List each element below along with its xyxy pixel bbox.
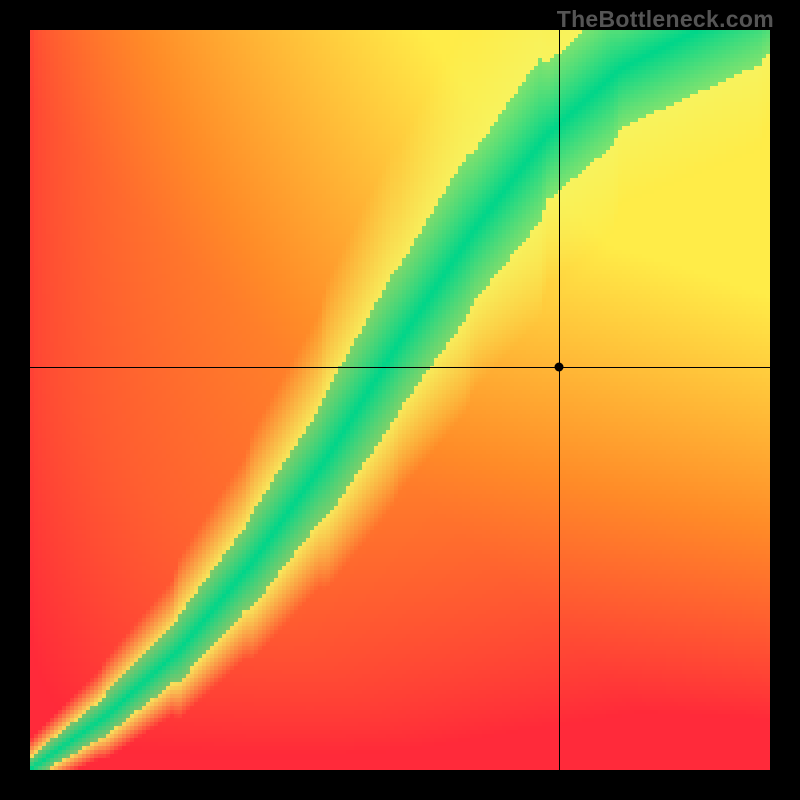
chart-frame: TheBottleneck.com: [0, 0, 800, 800]
bottleneck-heatmap: [30, 30, 770, 770]
crosshair-horizontal: [30, 367, 770, 368]
crosshair-vertical: [559, 30, 560, 770]
watermark-text: TheBottleneck.com: [557, 6, 774, 33]
selection-marker: [555, 362, 564, 371]
